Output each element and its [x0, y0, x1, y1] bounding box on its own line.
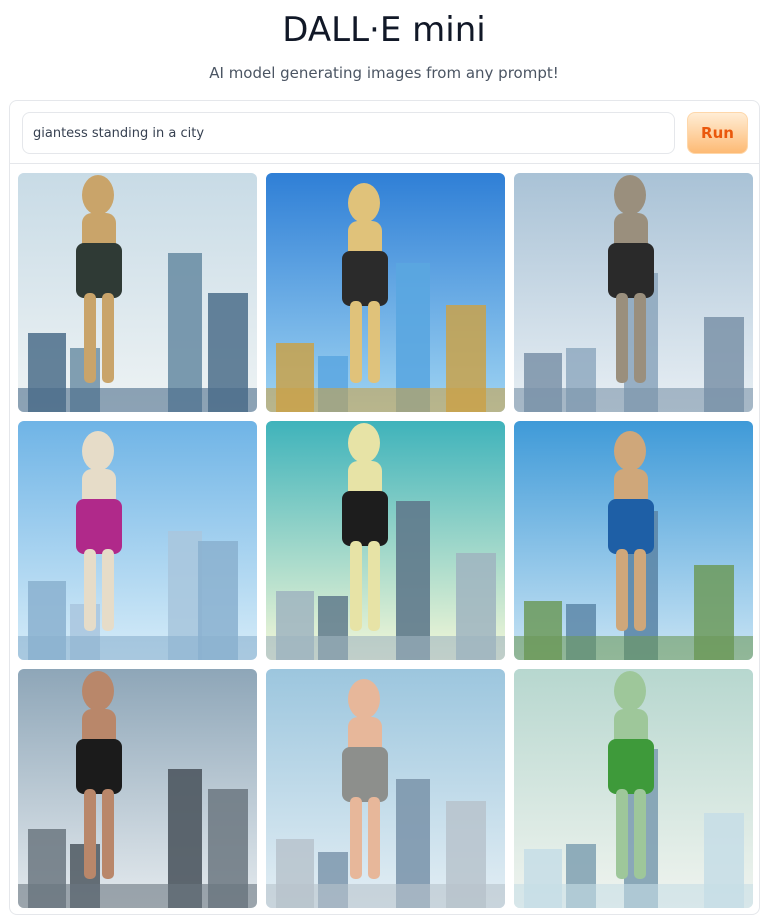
generated-image-art [514, 173, 753, 412]
generated-image-art [18, 421, 257, 660]
generated-image-art [266, 669, 505, 908]
generated-image[interactable] [18, 173, 257, 412]
generated-image[interactable] [266, 669, 505, 908]
generated-image[interactable] [266, 421, 505, 660]
prompt-row: Run [10, 101, 759, 164]
run-button[interactable]: Run [687, 112, 748, 154]
generated-image-art [514, 669, 753, 908]
generated-image-art [18, 173, 257, 412]
generated-image-art [266, 173, 505, 412]
generated-image[interactable] [18, 669, 257, 908]
generated-image[interactable] [514, 173, 753, 412]
generated-image-art [514, 421, 753, 660]
generated-image-art [266, 421, 505, 660]
page-subtitle: AI model generating images from any prom… [209, 64, 559, 82]
generated-image[interactable] [514, 669, 753, 908]
generated-image[interactable] [266, 173, 505, 412]
generated-image-art [18, 669, 257, 908]
prompt-input[interactable] [22, 112, 675, 154]
generator-panel: Run [9, 100, 760, 915]
generated-image[interactable] [514, 421, 753, 660]
page-title: DALL·E mini [282, 10, 486, 50]
results-grid [18, 173, 753, 908]
generated-image[interactable] [18, 421, 257, 660]
